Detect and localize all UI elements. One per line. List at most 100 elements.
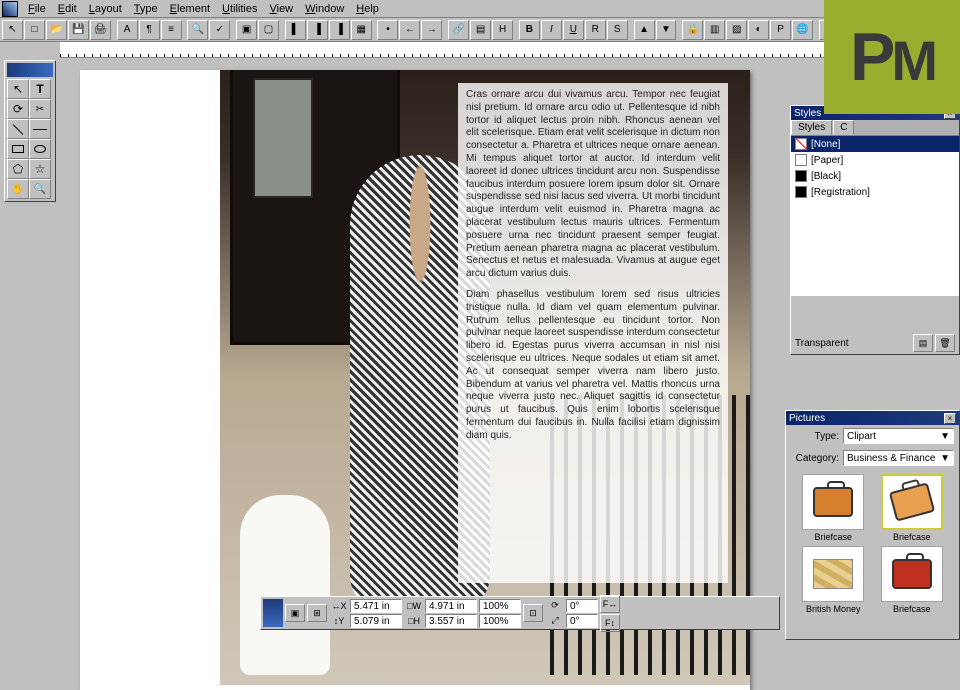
- bullet-btn[interactable]: •: [377, 20, 398, 40]
- chevron-down-icon: ▼: [940, 453, 950, 464]
- menu-layout[interactable]: Layout: [83, 2, 128, 16]
- rect-tool[interactable]: [7, 139, 29, 159]
- italic-btn[interactable]: I: [541, 20, 562, 40]
- style-registration[interactable]: [Registration]: [791, 184, 959, 200]
- menu-file[interactable]: File: [22, 2, 52, 16]
- rotate-field[interactable]: 0°: [566, 599, 598, 613]
- flip-h-btn[interactable]: F↔: [600, 595, 620, 613]
- hyperlink-btn[interactable]: H: [492, 20, 513, 40]
- bold-btn[interactable]: B: [519, 20, 540, 40]
- proxy-ref-btn[interactable]: ▣: [285, 604, 305, 622]
- oval-tool[interactable]: [29, 139, 51, 159]
- money-icon: [813, 559, 853, 589]
- menu-help[interactable]: Help: [350, 2, 385, 16]
- flip-v-btn[interactable]: F↕: [600, 614, 620, 632]
- hand-tool[interactable]: [7, 179, 29, 199]
- save-btn[interactable]: 💾: [68, 20, 89, 40]
- line-tool[interactable]: [7, 119, 29, 139]
- para-btn[interactable]: ¶: [139, 20, 160, 40]
- pictures-panel-titlebar[interactable]: Pictures ×: [786, 411, 959, 425]
- new-btn[interactable]: □: [24, 20, 45, 40]
- strike-btn[interactable]: S: [607, 20, 628, 40]
- scale-x-field[interactable]: 100%: [479, 599, 521, 613]
- pointer-btn[interactable]: ↖: [2, 20, 23, 40]
- skew-icon: ⤢: [545, 615, 565, 626]
- close-icon[interactable]: ×: [944, 413, 956, 424]
- w-field[interactable]: 4.971 in: [425, 599, 477, 613]
- thumb-briefcase-2[interactable]: Briefcase: [875, 474, 950, 542]
- system-icon[interactable]: [2, 1, 18, 17]
- text-frame[interactable]: Cras ornare arcu dui vivamus arcu. Tempo…: [458, 83, 728, 583]
- thumb-label: Briefcase: [814, 532, 852, 542]
- type-select[interactable]: Clipart▼: [843, 428, 954, 444]
- palette-titlebar[interactable]: [7, 63, 53, 77]
- spell-btn[interactable]: ✓: [209, 20, 230, 40]
- print-btn[interactable]: 🖨: [90, 20, 111, 40]
- menu-type[interactable]: Type: [128, 2, 164, 16]
- pictures-panel-title: Pictures: [789, 413, 825, 424]
- indent-less-btn[interactable]: ←: [399, 20, 420, 40]
- type-label: Type:: [791, 431, 839, 442]
- zoom-tool[interactable]: [29, 179, 51, 199]
- category-select[interactable]: Business & Finance▼: [843, 450, 954, 466]
- menu-window[interactable]: Window: [299, 2, 350, 16]
- control-panel-grip[interactable]: [263, 599, 283, 627]
- styles-list: [None] [Paper] [Black] [Registration]: [791, 136, 959, 296]
- thumb-briefcase-1[interactable]: Briefcase: [796, 474, 871, 542]
- style-paper[interactable]: [Paper]: [791, 152, 959, 168]
- outline-back-btn[interactable]: ▼: [656, 20, 677, 40]
- thumb-money[interactable]: British Money: [796, 546, 871, 614]
- menu-utilities[interactable]: Utilities: [216, 2, 263, 16]
- tab-styles[interactable]: Styles: [791, 120, 832, 135]
- find-btn[interactable]: 🔍: [187, 20, 208, 40]
- y-field[interactable]: 5.079 in: [350, 614, 402, 628]
- link-btn[interactable]: 🔗: [448, 20, 469, 40]
- indent-more-btn[interactable]: →: [421, 20, 442, 40]
- stroke-btn[interactable]: ▢: [258, 20, 279, 40]
- place-btn[interactable]: ▤: [470, 20, 491, 40]
- star-tool[interactable]: [29, 159, 51, 179]
- constrain-btn[interactable]: ⊡: [523, 604, 543, 622]
- align-l-btn[interactable]: ▌: [285, 20, 306, 40]
- menu-view[interactable]: View: [263, 2, 299, 16]
- text-tool[interactable]: [29, 79, 51, 99]
- align-r-btn[interactable]: ▐: [329, 20, 350, 40]
- x-field[interactable]: 5.471 in: [350, 599, 402, 613]
- image-adj-btn[interactable]: ◐: [748, 20, 769, 40]
- main-toolbar: ↖ □ 📂 💾 🖨 A ¶ ≡ 🔍 ✓ ▣ ▢ ▌ ▐ ▐ ▦ • ← → 🔗 …: [0, 18, 960, 42]
- style-black[interactable]: [Black]: [791, 168, 959, 184]
- lock-btn[interactable]: 🔒: [682, 20, 703, 40]
- char-btn[interactable]: A: [117, 20, 138, 40]
- styles-btn[interactable]: ≡: [161, 20, 182, 40]
- delete-style-btn[interactable]: 🗑: [935, 334, 955, 352]
- anchor-grid-btn[interactable]: ⊞: [307, 604, 327, 622]
- menu-edit[interactable]: Edit: [52, 2, 83, 16]
- pdf-btn[interactable]: P: [770, 20, 791, 40]
- html-btn[interactable]: 🌐: [792, 20, 813, 40]
- logo-text: PM: [850, 18, 934, 96]
- pointer-tool[interactable]: [7, 79, 29, 99]
- menu-element[interactable]: Element: [164, 2, 216, 16]
- image-ctrl-btn[interactable]: ▨: [726, 20, 747, 40]
- open-btn[interactable]: 📂: [46, 20, 67, 40]
- crop-tool[interactable]: [29, 99, 51, 119]
- w-icon: □W: [404, 601, 424, 611]
- workspace: Cras ornare arcu dui vivamus arcu. Tempo…: [0, 60, 960, 640]
- align-c-btn[interactable]: ▐: [307, 20, 328, 40]
- style-none[interactable]: [None]: [791, 136, 959, 152]
- new-style-btn[interactable]: ▤: [913, 334, 933, 352]
- thumb-briefcase-3[interactable]: Briefcase: [875, 546, 950, 614]
- scale-y-field[interactable]: 100%: [479, 614, 521, 628]
- rev-btn[interactable]: R: [585, 20, 606, 40]
- outline-front-btn[interactable]: ▲: [634, 20, 655, 40]
- skew-field[interactable]: 0°: [566, 614, 598, 628]
- align-j-btn[interactable]: ▦: [351, 20, 372, 40]
- mask-btn[interactable]: ▥: [704, 20, 725, 40]
- h-field[interactable]: 3.557 in: [425, 614, 477, 628]
- rotate-tool[interactable]: [7, 99, 29, 119]
- fill-btn[interactable]: ▣: [236, 20, 257, 40]
- underline-btn[interactable]: U: [563, 20, 584, 40]
- polygon-tool[interactable]: [7, 159, 29, 179]
- constrain-line-tool[interactable]: [29, 119, 51, 139]
- tab-colors[interactable]: C: [833, 120, 854, 135]
